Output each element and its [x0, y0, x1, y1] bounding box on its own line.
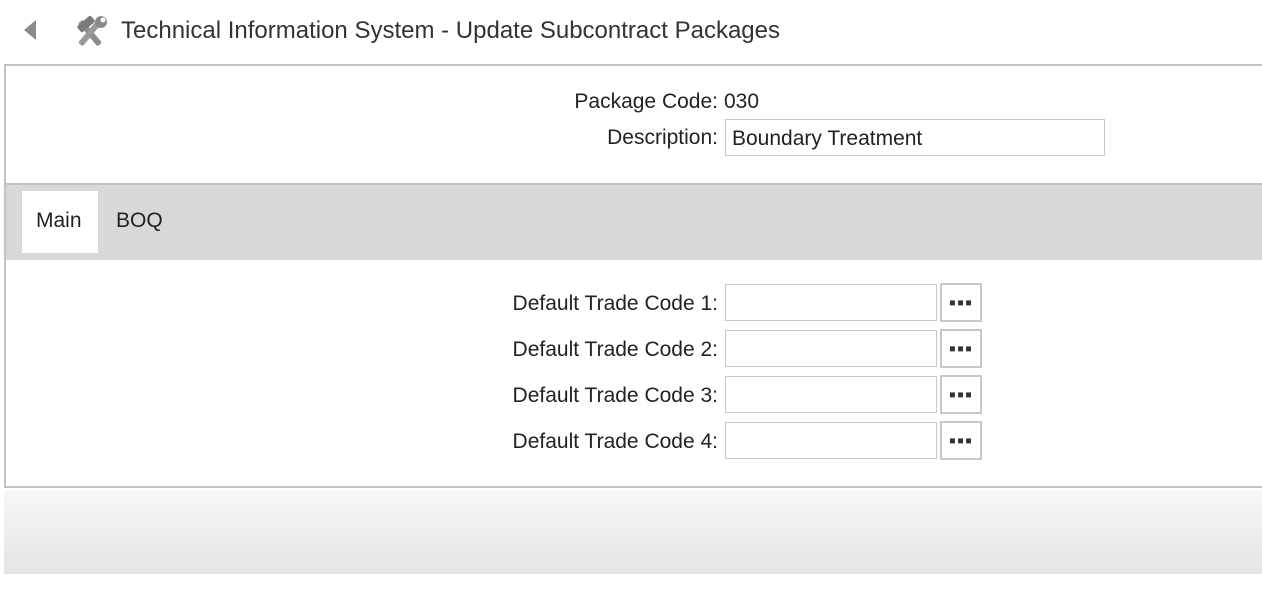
- tab-bar: Main BOQ: [6, 183, 1262, 260]
- description-field[interactable]: [725, 119, 1105, 156]
- trade-code-4-lookup-button[interactable]: ▪▪▪: [940, 421, 982, 460]
- trade-code-1-field[interactable]: [725, 284, 937, 321]
- back-arrow-icon[interactable]: [18, 16, 46, 44]
- tab-boq-label: BOQ: [116, 209, 163, 232]
- trade-code-2-lookup-button[interactable]: ▪▪▪: [940, 329, 982, 368]
- trade-code-1-lookup-button[interactable]: ▪▪▪: [940, 283, 982, 322]
- tab-boq[interactable]: BOQ: [98, 191, 178, 253]
- ellipsis-icon: ▪▪▪: [948, 292, 974, 314]
- tab-main-label: Main: [36, 209, 82, 232]
- trade-code-2-label: Default Trade Code 2:: [512, 338, 718, 361]
- ellipsis-icon: ▪▪▪: [948, 430, 974, 452]
- ellipsis-icon: ▪▪▪: [948, 338, 974, 360]
- package-code-label: Package Code:: [574, 90, 718, 113]
- trade-code-3-label: Default Trade Code 3:: [512, 384, 718, 407]
- trade-code-1-label: Default Trade Code 1:: [512, 292, 718, 315]
- trade-code-2-field[interactable]: [725, 330, 937, 367]
- tab-main[interactable]: Main: [22, 191, 98, 253]
- trade-code-4-field[interactable]: [725, 422, 937, 459]
- package-code-value: 030: [724, 90, 760, 113]
- tools-icon: [71, 14, 109, 50]
- description-label: Description:: [607, 126, 718, 149]
- trade-code-3-field[interactable]: [725, 376, 937, 413]
- title-bar: Technical Information System - Update Su…: [0, 0, 1262, 64]
- ellipsis-icon: ▪▪▪: [948, 384, 974, 406]
- window-title: Technical Information System - Update Su…: [121, 17, 780, 44]
- footer-band: [4, 490, 1262, 574]
- trade-code-3-lookup-button[interactable]: ▪▪▪: [940, 375, 982, 414]
- trade-code-4-label: Default Trade Code 4:: [512, 430, 718, 453]
